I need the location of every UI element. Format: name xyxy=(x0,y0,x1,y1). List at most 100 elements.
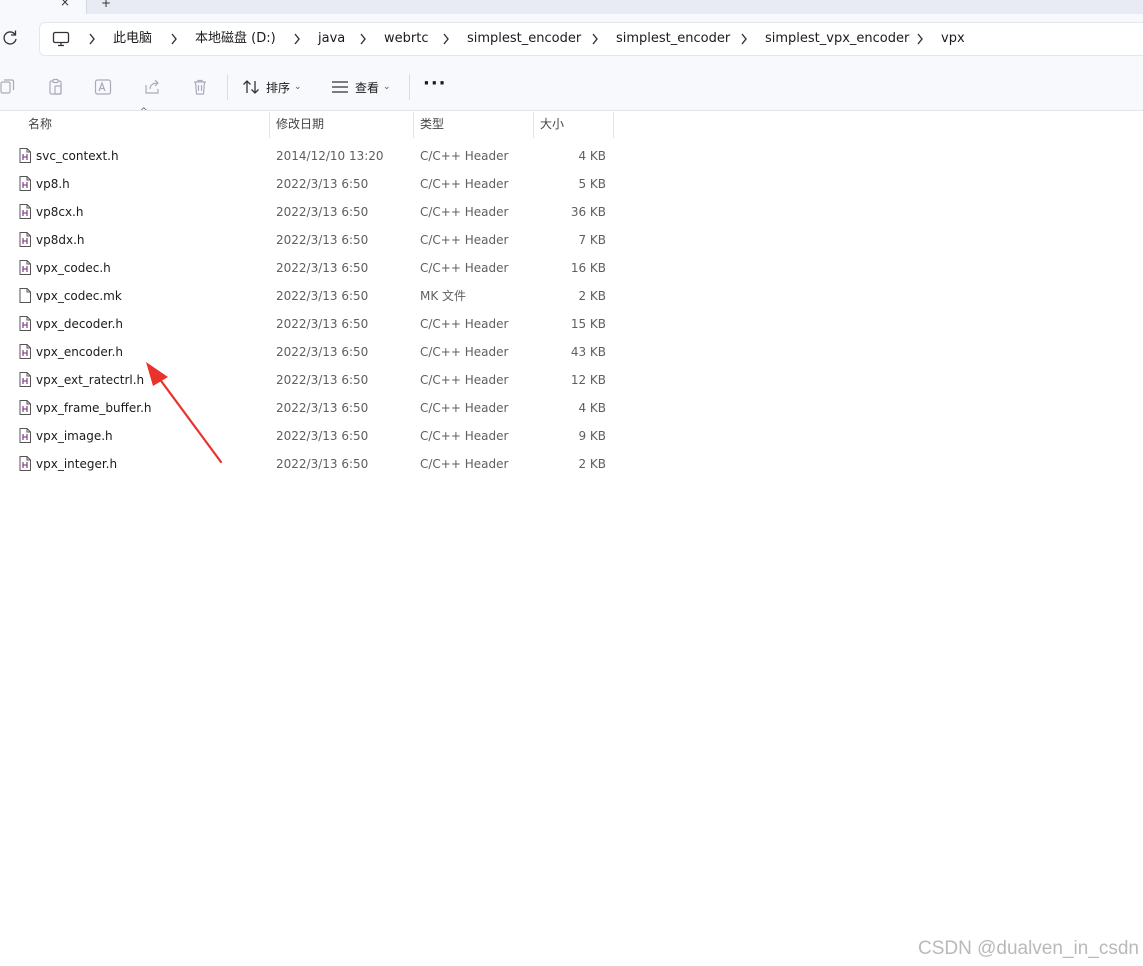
breadcrumb-item[interactable]: simplest_vpx_encoder xyxy=(765,31,909,47)
file-type: C/C++ Header xyxy=(420,317,509,331)
column-header-type[interactable]: 类型 xyxy=(420,110,444,138)
file-size: 36 KB xyxy=(570,205,606,219)
file-modified: 2022/3/13 6:50 xyxy=(276,233,369,247)
file-modified: 2022/3/13 6:50 xyxy=(276,177,369,191)
file-size: 4 KB xyxy=(578,401,606,415)
toolbar-divider xyxy=(409,74,410,100)
this-pc-icon[interactable] xyxy=(52,31,70,47)
delete-icon[interactable] xyxy=(191,78,209,96)
breadcrumb-item[interactable]: 此电脑 xyxy=(113,31,152,47)
file-row[interactable]: vpx_image.h 2022/3/13 6:50 C/C++ Header 9 K… xyxy=(0,422,614,450)
column-header-size[interactable]: 大小 xyxy=(540,110,564,138)
address-bar[interactable]: 此电脑 本地磁盘 (D:) java webrtc simplest_encoder si… xyxy=(39,22,1143,56)
tab-current[interactable]: × xyxy=(0,0,87,14)
breadcrumb-item[interactable]: java xyxy=(318,31,345,47)
chevron-down-icon: ⌄ xyxy=(383,82,391,92)
file-row[interactable]: vpx_decoder.h 2022/3/13 6:50 C/C++ Header 1… xyxy=(0,310,614,338)
column-header-modified[interactable]: 修改日期 xyxy=(276,110,324,138)
file-row[interactable]: vpx_frame_buffer.h 2022/3/13 6:50 C/C++ He… xyxy=(0,394,614,422)
file-size: 4 KB xyxy=(578,149,606,163)
rename-icon[interactable] xyxy=(94,78,112,96)
see-more-button[interactable]: ··· xyxy=(423,73,447,94)
file-modified: 2022/3/13 6:50 xyxy=(276,401,369,415)
file-modified: 2022/3/13 6:50 xyxy=(276,345,369,359)
new-tab-button[interactable]: + xyxy=(101,0,111,10)
file-name: vpx_codec.mk xyxy=(36,289,122,303)
file-row[interactable]: svc_context.h 2014/12/10 13:20 C/C++ Heade… xyxy=(0,142,614,170)
file-modified: 2022/3/13 6:50 xyxy=(276,289,369,303)
generic-file-icon xyxy=(19,288,31,303)
view-list-icon xyxy=(332,81,348,93)
breadcrumb-item[interactable]: vpx xyxy=(941,31,965,47)
file-type: C/C++ Header xyxy=(420,345,509,359)
file-size: 5 KB xyxy=(578,177,606,191)
breadcrumb-item[interactable]: webrtc xyxy=(384,31,428,47)
chevron-right-icon[interactable] xyxy=(87,31,97,47)
share-icon[interactable] xyxy=(143,78,161,96)
file-name: vpx_integer.h xyxy=(36,457,118,471)
file-size: 43 KB xyxy=(570,345,606,359)
file-name: vpx_decoder.h xyxy=(36,317,124,331)
column-header-name[interactable]: 名称 xyxy=(28,110,52,138)
file-modified: 2022/3/13 6:50 xyxy=(276,317,369,331)
file-name: vp8cx.h xyxy=(36,205,84,219)
paste-icon[interactable] xyxy=(47,78,65,96)
file-name: vpx_image.h xyxy=(36,429,113,443)
sort-label: 排序 xyxy=(266,80,291,95)
file-row[interactable]: vpx_ext_ratectrl.h 2022/3/13 6:50 C/C++ He… xyxy=(0,366,614,394)
file-row[interactable]: vpx_codec.h 2022/3/13 6:50 C/C++ Header 16 … xyxy=(0,254,614,282)
file-row[interactable]: vpx_encoder.h 2022/3/13 6:50 C/C++ Header 4… xyxy=(0,338,614,366)
file-row[interactable]: vp8cx.h 2022/3/13 6:50 C/C++ Header 36 KB xyxy=(0,198,614,226)
file-name: vp8dx.h xyxy=(36,233,85,247)
address-row: 此电脑 本地磁盘 (D:) java webrtc simplest_encoder si… xyxy=(0,14,1143,64)
header-file-icon xyxy=(19,400,31,415)
file-row[interactable]: vp8.h 2022/3/13 6:50 C/C++ Header 5 KB xyxy=(0,170,614,198)
chevron-right-icon[interactable] xyxy=(441,31,451,47)
file-name: vpx_codec.h xyxy=(36,261,111,275)
file-name: vpx_ext_ratectrl.h xyxy=(36,373,145,387)
file-name: vp8.h xyxy=(36,177,70,191)
file-size: 15 KB xyxy=(570,317,606,331)
chevron-right-icon[interactable] xyxy=(358,31,368,47)
file-type: C/C++ Header xyxy=(420,457,509,471)
sort-ascending-icon: ^ xyxy=(140,107,148,117)
refresh-icon[interactable] xyxy=(2,29,18,47)
file-type: C/C++ Header xyxy=(420,233,509,247)
chevron-right-icon[interactable] xyxy=(739,31,749,47)
column-divider[interactable] xyxy=(413,112,414,138)
breadcrumb-item[interactable]: 本地磁盘 (D:) xyxy=(195,31,276,47)
header-file-icon xyxy=(19,456,31,471)
file-row[interactable]: vpx_codec.mk 2022/3/13 6:50 MK 文件 2 KB xyxy=(0,282,614,310)
file-size: 7 KB xyxy=(578,233,606,247)
tab-close-button[interactable]: × xyxy=(60,0,70,9)
chevron-right-icon[interactable] xyxy=(915,31,925,47)
column-divider[interactable] xyxy=(269,112,270,138)
file-size: 9 KB xyxy=(578,429,606,443)
column-divider[interactable] xyxy=(533,112,534,138)
file-size: 16 KB xyxy=(570,261,606,275)
column-divider[interactable] xyxy=(613,112,614,138)
file-row[interactable]: vp8dx.h 2022/3/13 6:50 C/C++ Header 7 KB xyxy=(0,226,614,254)
file-type: C/C++ Header xyxy=(420,373,509,387)
breadcrumb-item[interactable]: simplest_encoder xyxy=(616,31,730,47)
chevron-right-icon[interactable] xyxy=(590,31,600,47)
sort-button[interactable]: 排序 ⌄ xyxy=(242,76,302,98)
file-modified: 2022/3/13 6:50 xyxy=(276,429,369,443)
file-modified: 2022/3/13 6:50 xyxy=(276,373,369,387)
header-file-icon xyxy=(19,344,31,359)
chevron-right-icon[interactable] xyxy=(292,31,302,47)
file-name: vpx_encoder.h xyxy=(36,345,123,359)
chevron-down-icon: ⌄ xyxy=(294,82,302,92)
view-label: 查看 xyxy=(355,80,380,95)
file-name: svc_context.h xyxy=(36,149,119,163)
header-file-icon xyxy=(19,204,31,219)
breadcrumb-item[interactable]: simplest_encoder xyxy=(467,31,581,47)
chevron-right-icon[interactable] xyxy=(169,31,179,47)
watermark: CSDN @dualven_in_csdn xyxy=(917,938,1139,959)
file-row[interactable]: vpx_integer.h 2022/3/13 6:50 C/C++ Header 2… xyxy=(0,450,614,478)
view-button[interactable]: 查看 ⌄ xyxy=(331,76,391,98)
file-type: C/C++ Header xyxy=(420,205,509,219)
file-type: MK 文件 xyxy=(420,289,467,303)
copy-icon[interactable] xyxy=(0,78,18,96)
header-file-icon xyxy=(19,316,31,331)
